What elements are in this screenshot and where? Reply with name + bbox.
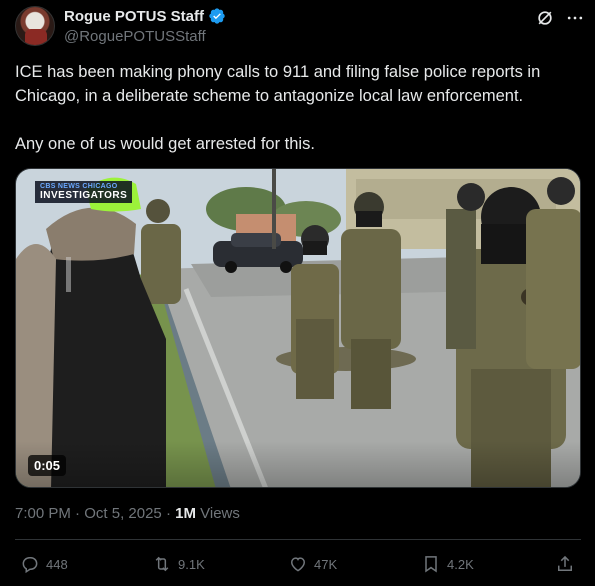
bookmark-count: 4.2K <box>447 556 474 572</box>
tweet-paragraph: ICE has been making phony calls to 911 a… <box>15 63 541 105</box>
views-count: 1M <box>175 505 196 522</box>
divider <box>15 539 581 540</box>
tweet-text: ICE has been making phony calls to 911 a… <box>15 60 580 156</box>
share-button[interactable] <box>555 553 575 575</box>
cbs-news-label: CBS NEWS <box>40 183 81 190</box>
tweet-header: Rogue POTUS Staff @RoguePOTUSStaff <box>15 6 585 50</box>
action-bar: 448 9.1K 47K 4.2K <box>15 553 581 577</box>
tweet-paragraph: Any one of us would get arrested for thi… <box>15 135 315 153</box>
video-duration-badge: 0:05 <box>28 455 67 476</box>
author-name-row: Rogue POTUS Staff <box>64 7 226 25</box>
reply-count: 448 <box>46 556 68 572</box>
post-date[interactable]: Oct 5, 2025 <box>84 505 162 522</box>
like-count: 47K <box>314 556 338 572</box>
author-handle[interactable]: @RoguePOTUSStaff <box>64 28 206 45</box>
meta-separator: · <box>161 505 176 522</box>
bookmark-button[interactable]: 4.2K <box>421 553 474 575</box>
tweet-meta: 7:00 PM · Oct 5, 2025 · 1M Views <box>15 505 240 522</box>
cbs-chicago-label: CHICAGO <box>80 183 118 190</box>
like-button[interactable]: 47K <box>288 553 337 575</box>
video-frame <box>16 169 580 487</box>
grok-icon[interactable] <box>535 8 555 28</box>
cbs-news-logo: CBS NEWS CHICAGO INVESTIGATORS <box>35 181 133 203</box>
meta-separator: · <box>70 505 85 522</box>
repost-count: 9.1K <box>178 556 205 572</box>
author-display-name[interactable]: Rogue POTUS Staff <box>64 8 204 25</box>
more-icon[interactable] <box>565 8 585 28</box>
avatar[interactable] <box>15 6 55 46</box>
investigators-label: INVESTIGATORS <box>40 190 128 201</box>
verified-badge-icon <box>209 8 225 24</box>
views-label: Views <box>195 505 240 522</box>
like-icon <box>290 557 306 572</box>
share-icon <box>558 555 572 571</box>
reply-button[interactable]: 448 <box>20 553 68 575</box>
reply-icon <box>22 557 38 574</box>
bookmark-icon <box>425 556 437 573</box>
retweet-icon <box>155 556 169 572</box>
post-time[interactable]: 7:00 PM <box>15 505 71 522</box>
repost-button[interactable]: 9.1K <box>152 553 205 575</box>
video-player[interactable]: CBS NEWS CHICAGO INVESTIGATORS 0:05 <box>15 168 581 488</box>
